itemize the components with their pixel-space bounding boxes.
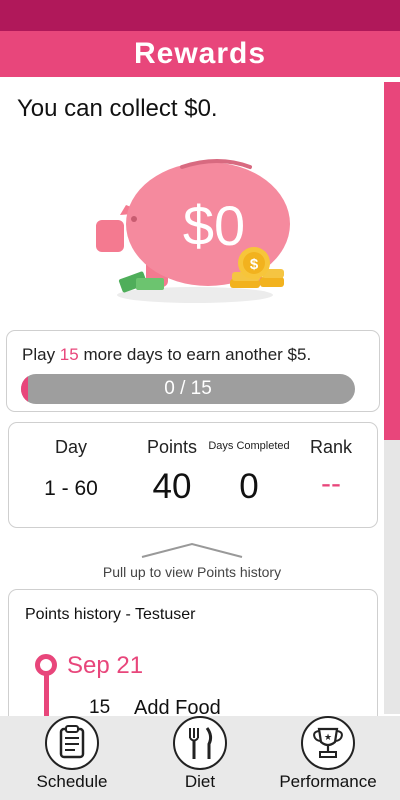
progress-label: 0 / 15 [164,378,212,399]
nav-performance-label: Performance [279,772,377,791]
nav-schedule-label: Schedule [36,772,108,791]
stats-card: Day Points Days Completed Rank 1 - 60 40… [8,422,378,528]
earn-message: Play 15 more days to earn another $5. [22,345,312,364]
history-entry-points: 15 [89,697,111,717]
scrollbar[interactable] [384,82,400,714]
page-title: Rewards [133,37,267,70]
days-progress-bar: 0 / 15 [21,374,355,404]
pull-up-handle[interactable]: Pull up to view Points history [0,539,384,584]
days-completed-label: Days Completed [208,440,290,452]
bottom-nav: Schedule Diet ★ Performance [0,716,400,800]
days-remaining: 15 [59,345,79,364]
nav-diet-label: Diet [184,772,216,791]
nav-performance[interactable]: ★ Performance [256,716,400,800]
clipboard-icon [45,716,99,770]
history-entry-label: Add Food [134,697,221,717]
day-value: 1 - 60 [44,477,98,500]
piggy-amount: $0 [183,194,245,257]
timeline-dot [35,654,57,676]
status-bar [0,0,400,31]
points-history-card: Points history - Testuser Sep 21 15 Add … [8,589,378,717]
timeline-line [44,675,49,717]
earn-progress-card: Play 15 more days to earn another $5. 0 … [6,330,380,412]
days-completed-value: 0 [239,467,259,506]
collect-amount-text: You can collect $0. [17,95,218,122]
nav-schedule[interactable]: Schedule [0,716,144,800]
nav-diet[interactable]: Diet [144,716,256,800]
rewards-content[interactable]: You can collect $0. $0 $ Play 15 more da… [0,77,384,717]
title-bar: Rewards [0,31,400,77]
trophy-icon: ★ [301,716,355,770]
history-title: Points history - Testuser [25,606,196,623]
piggy-bank-icon: $0 $ [96,159,290,303]
pull-up-hint: Pull up to view Points history [102,564,282,580]
svg-text:$: $ [250,256,259,273]
rank-label: Rank [309,437,353,457]
svg-text:★: ★ [324,732,332,742]
history-date: Sep 21 [67,652,144,679]
fork-knife-icon [173,716,227,770]
rank-value: -- [321,467,341,500]
chevron-up-icon [141,542,243,558]
day-label: Day [54,437,87,457]
scrollbar-thumb[interactable] [384,82,400,440]
